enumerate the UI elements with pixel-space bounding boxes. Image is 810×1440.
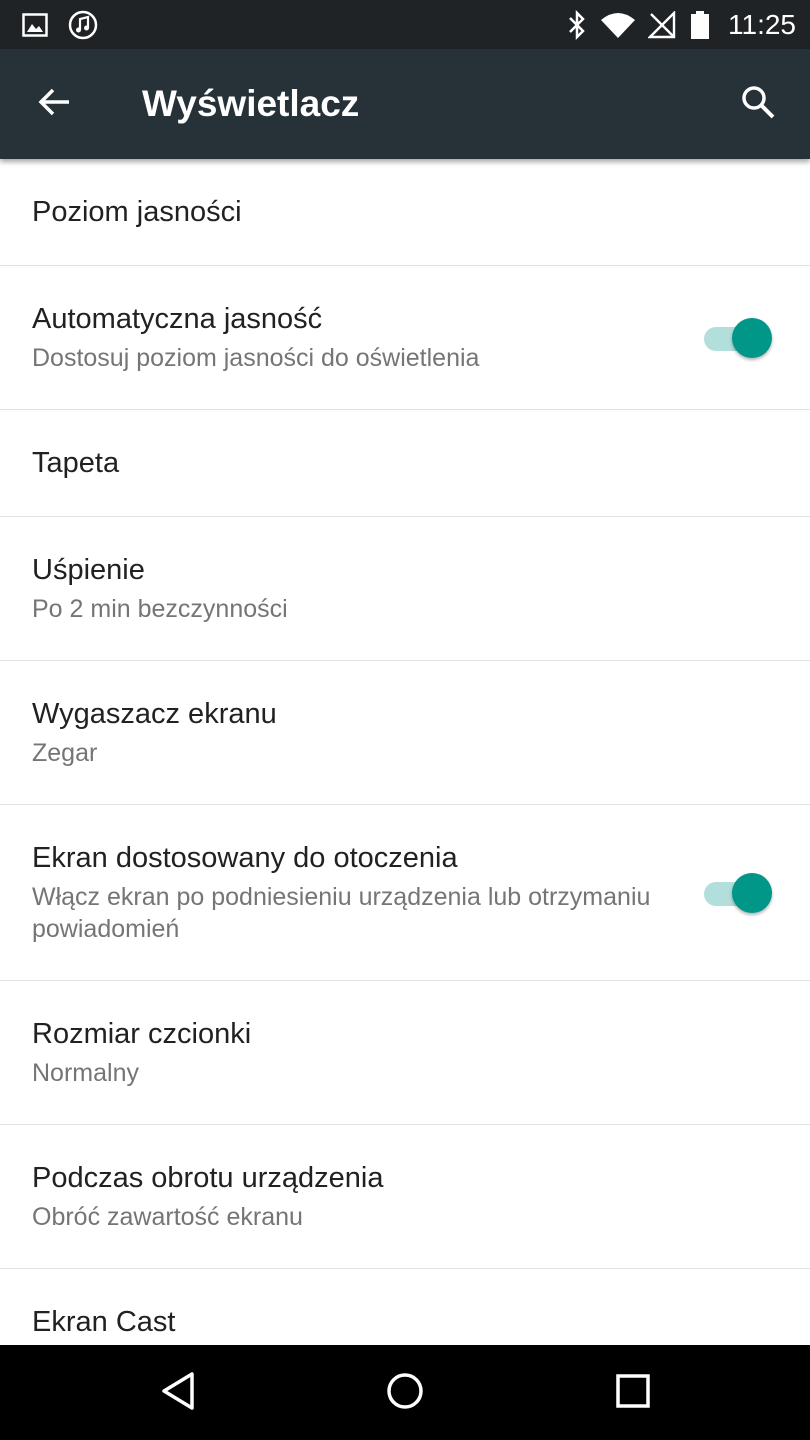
setting-cast-screen[interactable]: Ekran Cast xyxy=(0,1269,810,1345)
setting-sleep[interactable]: Uśpienie Po 2 min bezczynności xyxy=(0,517,810,661)
setting-title: Podczas obrotu urządzenia xyxy=(32,1162,384,1194)
setting-ambient-display[interactable]: Ekran dostosowany do otoczenia Włącz ekr… xyxy=(0,805,810,981)
setting-title: Wygaszacz ekranu xyxy=(32,698,277,730)
status-time: 11:25 xyxy=(728,9,796,40)
home-circle-icon xyxy=(385,1371,425,1416)
setting-screensaver[interactable]: Wygaszacz ekranu Zegar xyxy=(0,661,810,805)
setting-title: Poziom jasności xyxy=(32,196,242,228)
nav-home-button[interactable] xyxy=(375,1365,435,1421)
navigation-bar xyxy=(0,1345,810,1440)
setting-wallpaper[interactable]: Tapeta xyxy=(0,410,810,517)
no-signal-icon xyxy=(648,0,676,49)
setting-subtitle: Obróć zawartość ekranu xyxy=(32,1203,303,1231)
toggle-thumb xyxy=(732,873,772,913)
back-triangle-icon xyxy=(160,1371,196,1416)
setting-font-size[interactable]: Rozmiar czcionki Normalny xyxy=(0,981,810,1125)
setting-brightness-level[interactable]: Poziom jasności xyxy=(0,159,810,266)
setting-title: Automatyczna jasność xyxy=(32,303,323,335)
setting-title: Ekran dostosowany do otoczenia xyxy=(32,842,458,874)
app-bar: Wyświetlacz xyxy=(0,49,810,159)
battery-icon xyxy=(690,0,710,49)
toggle-thumb xyxy=(732,318,772,358)
setting-title: Tapeta xyxy=(32,447,120,479)
setting-subtitle: Dostosuj poziom jasności do oświetlenia xyxy=(32,344,480,372)
recents-square-icon xyxy=(615,1373,651,1414)
setting-title: Ekran Cast xyxy=(32,1306,176,1338)
image-notification-icon xyxy=(22,0,48,49)
nav-back-button[interactable] xyxy=(148,1365,208,1421)
setting-subtitle: Normalny xyxy=(32,1059,139,1087)
wifi-icon xyxy=(600,0,636,49)
setting-title: Uśpienie xyxy=(32,554,145,586)
settings-list: Poziom jasności Automatyczna jasność Dos… xyxy=(0,159,810,1345)
setting-subtitle: Po 2 min bezczynności xyxy=(32,595,288,623)
search-icon xyxy=(740,84,776,125)
setting-auto-brightness[interactable]: Automatyczna jasność Dostosuj poziom jas… xyxy=(0,266,810,410)
ambient-display-toggle[interactable] xyxy=(700,873,772,913)
status-bar: 11:25 xyxy=(0,0,810,49)
page-title: Wyświetlacz xyxy=(142,83,360,124)
nav-recents-button[interactable] xyxy=(603,1365,663,1421)
setting-title: Rozmiar czcionki xyxy=(32,1018,252,1050)
setting-rotation[interactable]: Podczas obrotu urządzenia Obróć zawartoś… xyxy=(0,1125,810,1269)
search-button[interactable] xyxy=(730,76,786,132)
bluetooth-icon xyxy=(566,0,588,49)
setting-subtitle: Zegar xyxy=(32,739,98,767)
music-notification-icon xyxy=(68,0,98,49)
setting-subtitle: Włącz ekran po podniesieniu urządzenia l… xyxy=(32,883,651,943)
back-button[interactable] xyxy=(24,76,84,132)
auto-brightness-toggle[interactable] xyxy=(700,318,772,358)
arrow-left-icon xyxy=(37,87,71,122)
